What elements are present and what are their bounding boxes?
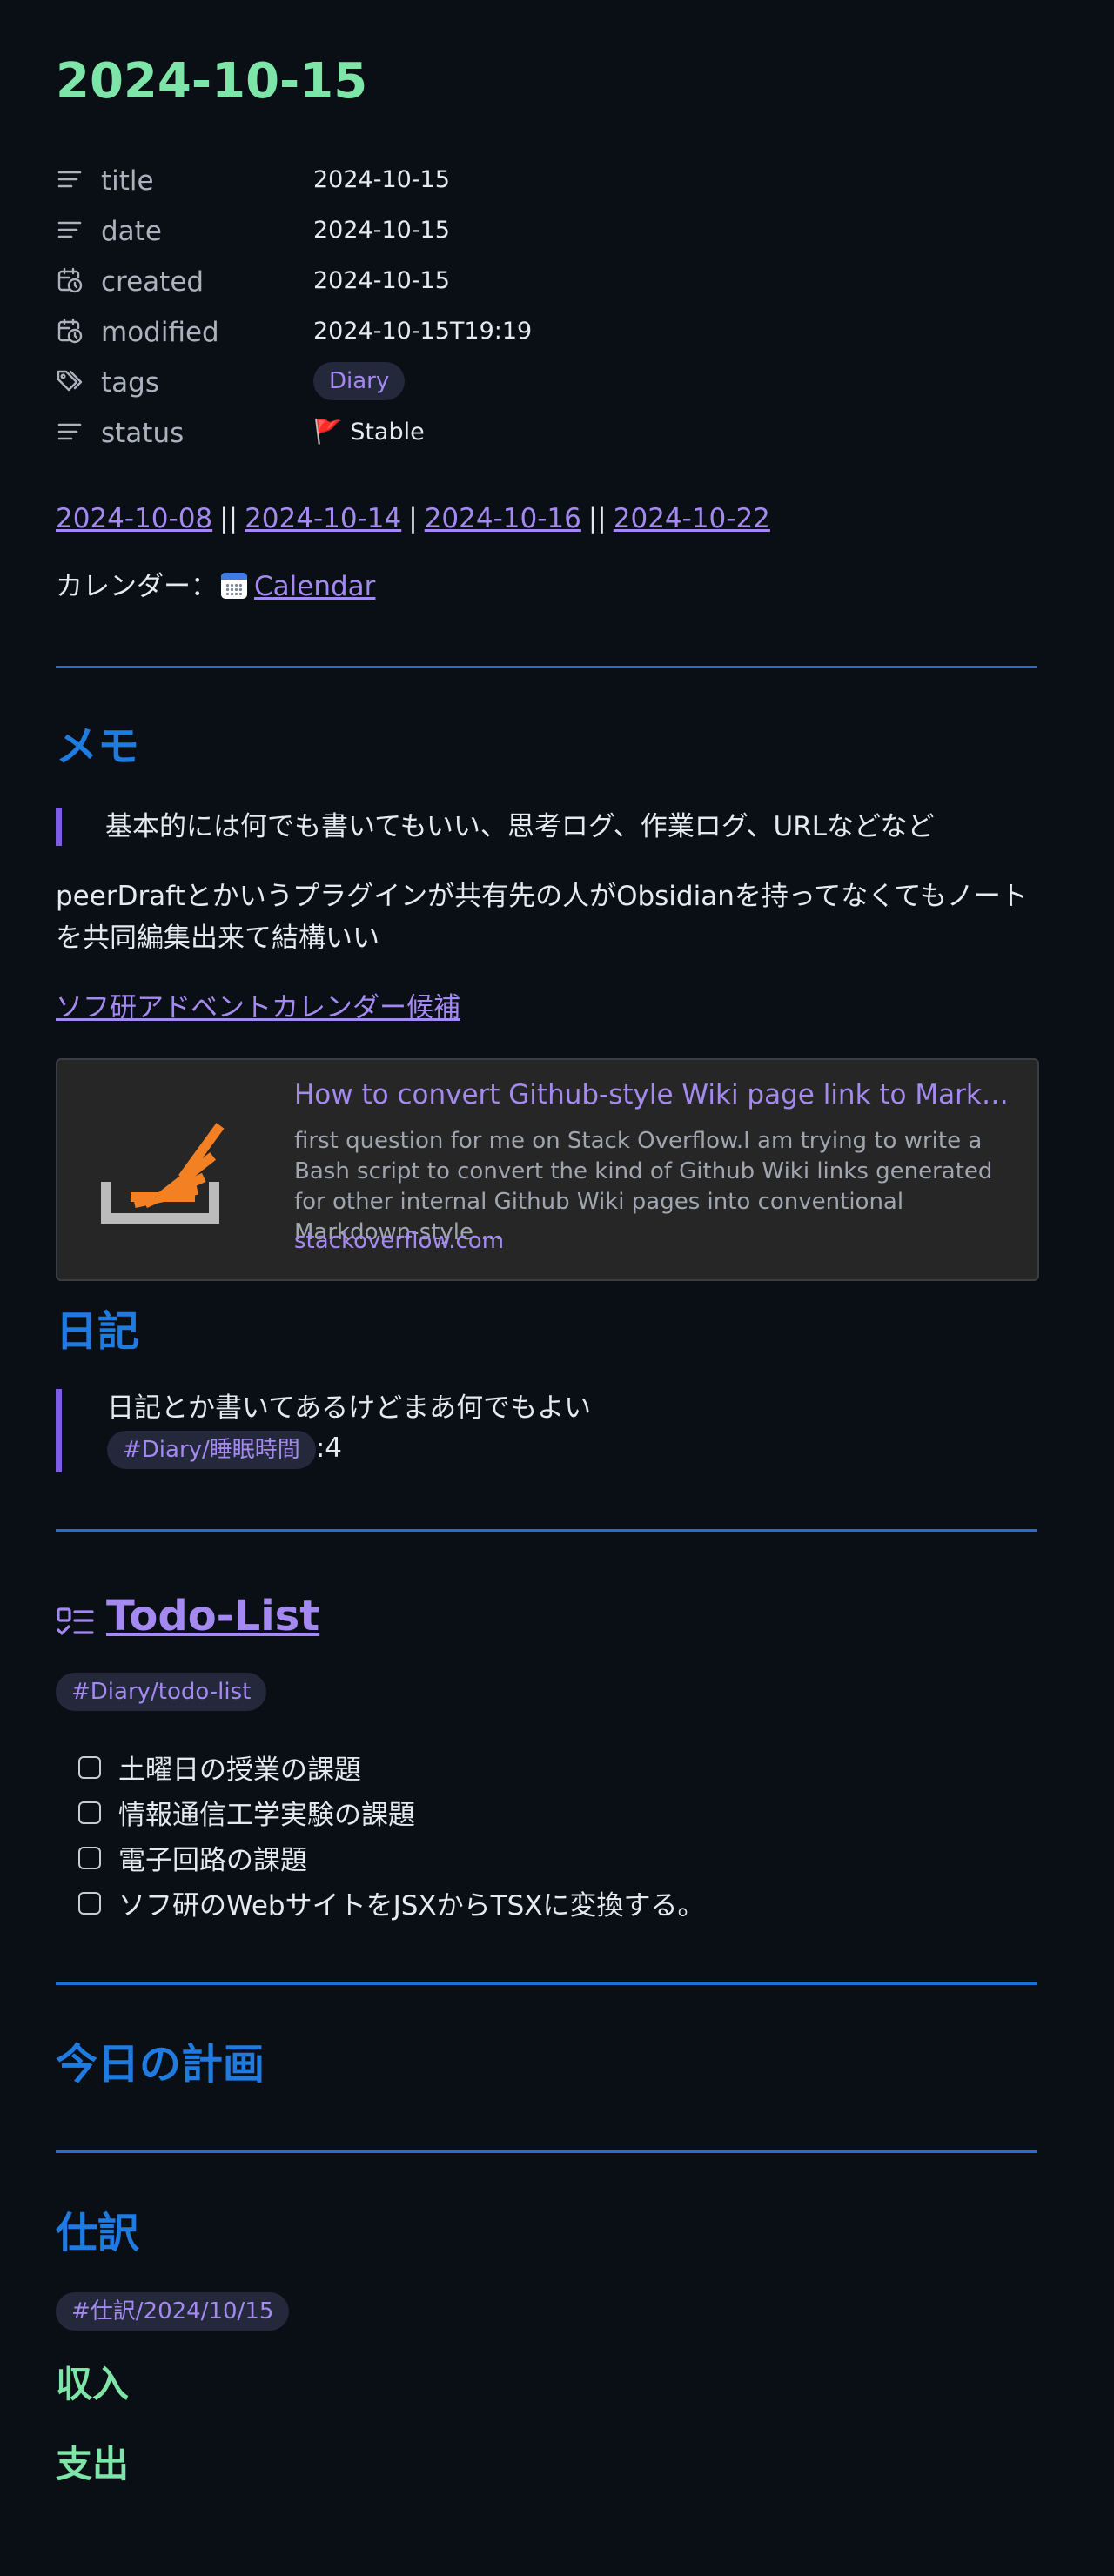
property-status[interactable]: status 🚩 Stable bbox=[56, 411, 752, 461]
task-checkbox[interactable] bbox=[78, 1801, 101, 1824]
property-title[interactable]: title 2024-10-15 bbox=[56, 158, 752, 209]
property-value[interactable]: 2024-10-15 bbox=[313, 164, 450, 197]
divider bbox=[56, 2150, 1037, 2153]
task-list: 土曜日の授業の課題 情報通信工学実験の課題 電子回路の課題 ソフ研のWebサイト… bbox=[78, 1749, 1036, 1930]
text-lines-icon bbox=[57, 171, 82, 188]
calendar-icon bbox=[221, 573, 247, 599]
card-url: stackoverflow.com bbox=[294, 1228, 505, 1254]
stackoverflow-logo bbox=[101, 1123, 225, 1224]
property-modified[interactable]: modified 2024-10-15T19:19 bbox=[56, 310, 752, 360]
todo-tag-wrap: #Diary/todo-list bbox=[56, 1673, 267, 1711]
diary-quote-text: 日記とか書いてあるけどまあ何でもよい bbox=[107, 1392, 592, 1424]
task-label: ソフ研のWebサイトをJSXからTSXに変換する。 bbox=[118, 1890, 705, 1922]
tag-pill[interactable]: Diary bbox=[313, 362, 406, 400]
plan-heading[interactable]: 今日の計画 bbox=[56, 2038, 265, 2090]
sleep-value: :4 bbox=[315, 1432, 342, 1464]
note-title[interactable]: 2024-10-15 bbox=[56, 50, 367, 113]
sleep-tag[interactable]: #Diary/睡眠時間 bbox=[107, 1431, 316, 1469]
property-value[interactable]: 🚩 Stable bbox=[313, 416, 425, 449]
divider bbox=[56, 1529, 1037, 1532]
next-day-link[interactable]: 2024-10-16 bbox=[425, 503, 581, 534]
properties-panel: title 2024-10-15 date 2024-10-15 created… bbox=[56, 158, 752, 461]
task-label: 情報通信工学実験の課題 bbox=[118, 1800, 415, 1831]
task-label: 電子回路の課題 bbox=[118, 1845, 307, 1876]
nav-separator: | bbox=[408, 503, 418, 534]
property-tags[interactable]: tags Diary bbox=[56, 360, 752, 411]
task-checkbox[interactable] bbox=[78, 1847, 101, 1869]
expense-heading[interactable]: 支出 bbox=[56, 2440, 129, 2489]
task-checkbox[interactable] bbox=[78, 1892, 101, 1915]
checklist-icon bbox=[57, 1607, 94, 1635]
task-item: 土曜日の授業の課題 bbox=[78, 1749, 1036, 1794]
property-value[interactable]: 2024-10-15 bbox=[313, 214, 450, 247]
todo-list-link[interactable]: Todo-List bbox=[106, 1586, 319, 1647]
task-checkbox[interactable] bbox=[78, 1756, 101, 1779]
calendar-clock-icon bbox=[57, 318, 83, 344]
divider bbox=[56, 1982, 1037, 1985]
tags-icon bbox=[57, 370, 83, 392]
task-item: 情報通信工学実験の課題 bbox=[78, 1794, 1036, 1840]
calendar-line: カレンダー： Calendar bbox=[56, 567, 375, 606]
property-value: Diary bbox=[313, 362, 406, 400]
property-value[interactable]: 2024-10-15T19:19 bbox=[313, 315, 532, 348]
property-name: date bbox=[101, 216, 162, 247]
nav-separator: || bbox=[587, 503, 607, 534]
property-name: tags bbox=[101, 367, 159, 399]
income-heading[interactable]: 収入 bbox=[56, 2360, 129, 2409]
property-date[interactable]: date 2024-10-15 bbox=[56, 209, 752, 259]
journal-heading[interactable]: 仕訳 bbox=[56, 2207, 139, 2259]
todo-tag[interactable]: #Diary/todo-list bbox=[56, 1673, 267, 1711]
nav-separator: || bbox=[219, 503, 238, 534]
memo-paragraph: peerDraftとかいうプラグインが共有先の人がObsidianを持ってなくて… bbox=[56, 881, 1028, 954]
advent-calendar-link[interactable]: ソフ研アドベントカレンダー候補 bbox=[56, 992, 460, 1023]
day-navigation: 2024-10-08 || 2024-10-14 | 2024-10-16 || 2024-… bbox=[56, 500, 770, 538]
divider bbox=[56, 666, 1037, 668]
property-value[interactable]: 2024-10-15 bbox=[313, 265, 450, 298]
journal-tag[interactable]: #仕訳/2024/10/15 bbox=[56, 2292, 290, 2331]
prev-day-link[interactable]: 2024-10-14 bbox=[245, 503, 401, 534]
text-lines-icon bbox=[57, 423, 82, 440]
calendar-label: カレンダー： bbox=[56, 571, 218, 602]
property-name: status bbox=[101, 418, 185, 449]
link-preview-card[interactable]: How to convert Github-style Wiki page li… bbox=[56, 1058, 1039, 1281]
diary-tag-line: #Diary/睡眠時間:4 bbox=[107, 1429, 591, 1469]
task-item: ソフ研のWebサイトをJSXからTSXに変換する。 bbox=[78, 1885, 1036, 1930]
memo-quote: 基本的には何でも書いてもいい、思考ログ、作業ログ、URLなどなど bbox=[56, 808, 934, 846]
property-created[interactable]: created 2024-10-15 bbox=[56, 259, 752, 310]
task-item: 電子回路の課題 bbox=[78, 1840, 1036, 1885]
diary-heading[interactable]: 日記 bbox=[56, 1305, 139, 1358]
card-title: How to convert Github-style Wiki page li… bbox=[294, 1079, 1017, 1110]
text-lines-icon bbox=[57, 221, 82, 238]
task-label: 土曜日の授業の課題 bbox=[118, 1754, 361, 1786]
prev-week-link[interactable]: 2024-10-08 bbox=[56, 503, 212, 534]
next-week-link[interactable]: 2024-10-22 bbox=[614, 503, 770, 534]
diary-quote: 日記とか書いてあるけどまあ何でもよい #Diary/睡眠時間:4 bbox=[56, 1389, 591, 1472]
calendar-clock-icon bbox=[57, 267, 83, 293]
journal-tag-wrap: #仕訳/2024/10/15 bbox=[56, 2292, 290, 2331]
memo-link-line: ソフ研アドベントカレンダー候補 bbox=[56, 987, 460, 1029]
property-name: title bbox=[101, 165, 154, 197]
property-name: modified bbox=[101, 317, 219, 348]
calendar-link[interactable]: Calendar bbox=[254, 571, 375, 602]
memo-heading[interactable]: メモ bbox=[56, 721, 139, 773]
property-name: created bbox=[101, 266, 205, 298]
